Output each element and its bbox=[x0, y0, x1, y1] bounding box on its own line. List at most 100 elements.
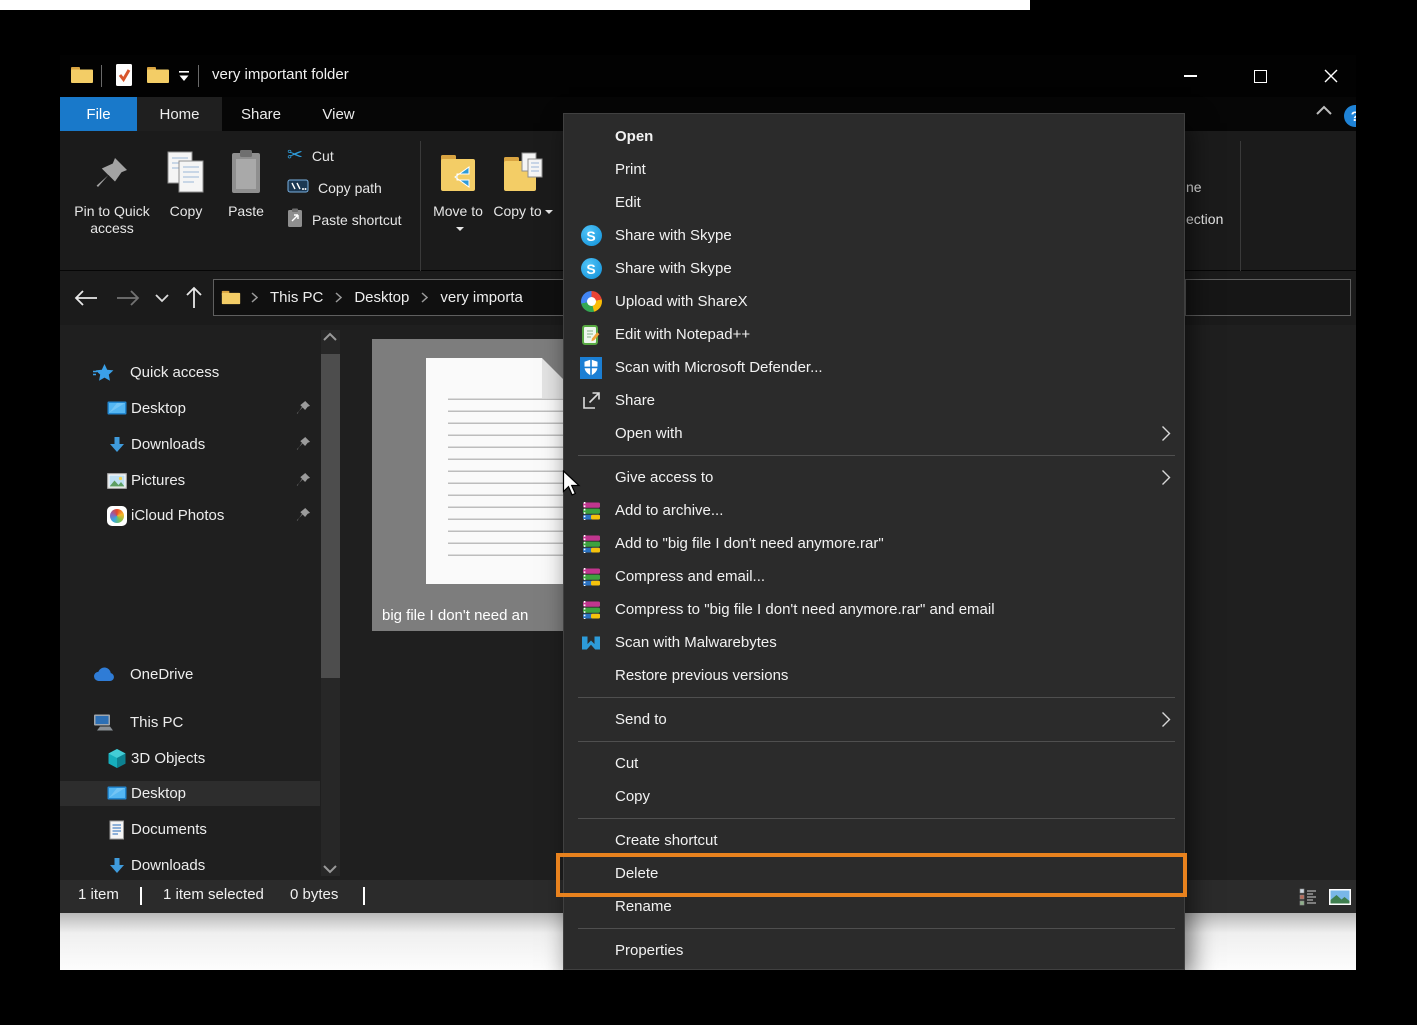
sidebar-item-label: OneDrive bbox=[130, 666, 193, 683]
sidebar-item-downloads[interactable]: Downloads bbox=[60, 853, 320, 878]
menu-item-share-with-skype[interactable]: SShare with Skype bbox=[564, 252, 1184, 285]
invert-selection-label-fragment: ection bbox=[1186, 211, 1223, 227]
menu-item-scan-with-malwarebytes[interactable]: Scan with Malwarebytes bbox=[564, 626, 1184, 659]
menu-item-send-to[interactable]: Send to bbox=[564, 703, 1184, 736]
sidebar-scrollbar[interactable] bbox=[321, 330, 340, 876]
sidebar-item-onedrive[interactable]: OneDrive bbox=[60, 662, 320, 687]
back-button[interactable] bbox=[72, 284, 100, 312]
menu-item-label: Open with bbox=[615, 425, 683, 442]
menu-item-cut[interactable]: Cut bbox=[564, 747, 1184, 780]
menu-item-add-to-archive[interactable]: Add to archive... bbox=[564, 494, 1184, 527]
menu-item-open[interactable]: Open bbox=[564, 120, 1184, 153]
copy-path-icon bbox=[287, 179, 309, 196]
menu-item-print[interactable]: Print bbox=[564, 153, 1184, 186]
menu-item-rename[interactable]: Rename bbox=[564, 890, 1184, 923]
menu-item-restore-previous-versions[interactable]: Restore previous versions bbox=[564, 659, 1184, 692]
breadcrumb-very-importa[interactable]: very importa bbox=[436, 289, 527, 306]
notepadpp-icon bbox=[578, 323, 604, 347]
menu-item-scan-with-microsoft-defender[interactable]: Scan with Microsoft Defender... bbox=[564, 351, 1184, 384]
menu-item-edit-with-notepad[interactable]: Edit with Notepad++ bbox=[564, 318, 1184, 351]
move-to-button[interactable]: Move to bbox=[428, 137, 488, 237]
maximize-button[interactable] bbox=[1243, 64, 1277, 88]
menu-separator bbox=[578, 697, 1175, 698]
menu-item-label: Copy bbox=[615, 788, 650, 805]
sidebar-item-documents[interactable]: Documents bbox=[60, 817, 320, 842]
paste-shortcut-button[interactable]: Paste shortcut bbox=[287, 204, 447, 235]
breadcrumb-chevron-icon bbox=[421, 292, 428, 303]
scrollbar-thumb[interactable] bbox=[321, 354, 340, 678]
menu-item-share[interactable]: Share bbox=[564, 384, 1184, 417]
menu-item-properties[interactable]: Properties bbox=[564, 934, 1184, 967]
menu-item-add-to-big-file-i-don-t-need-anymore-rar[interactable]: Add to "big file I don't need anymore.ra… bbox=[564, 527, 1184, 560]
context-menu: OpenPrintEditSShare with SkypeSShare wit… bbox=[563, 113, 1185, 970]
menu-item-upload-with-sharex[interactable]: Upload with ShareX bbox=[564, 285, 1184, 318]
details-view-button[interactable] bbox=[1296, 887, 1320, 907]
menu-item-icon-placeholder bbox=[578, 422, 604, 446]
menu-item-create-shortcut[interactable]: Create shortcut bbox=[564, 824, 1184, 857]
customize-toolbar-icon[interactable] bbox=[177, 69, 191, 87]
tab-home[interactable]: Home bbox=[137, 97, 222, 131]
downloads-icon bbox=[105, 855, 129, 877]
breadcrumb-desktop[interactable]: Desktop bbox=[350, 289, 413, 306]
pin-to-quick-access-label: Pin to Quick access bbox=[64, 203, 160, 237]
collapse-ribbon-icon[interactable] bbox=[1315, 103, 1333, 121]
sidebar-item-desktop[interactable]: Desktop bbox=[60, 396, 320, 421]
menu-item-delete[interactable]: Delete bbox=[564, 857, 1184, 890]
menu-item-share-with-skype[interactable]: SShare with Skype bbox=[564, 219, 1184, 252]
menu-item-label: Delete bbox=[615, 865, 658, 882]
menu-item-compress-and-email[interactable]: Compress and email... bbox=[564, 560, 1184, 593]
sidebar-item-label: Documents bbox=[131, 821, 207, 838]
tab-view[interactable]: View bbox=[300, 97, 377, 131]
onedrive-icon bbox=[92, 664, 116, 686]
pin-icon bbox=[296, 436, 311, 455]
forward-button[interactable] bbox=[114, 284, 142, 312]
tab-share[interactable]: Share bbox=[222, 97, 300, 131]
sidebar-item-quick-access[interactable]: Quick access bbox=[60, 360, 320, 385]
copy-path-button[interactable]: Copy path bbox=[287, 172, 447, 203]
winrar-icon bbox=[578, 532, 604, 556]
menu-item-label: Edit with Notepad++ bbox=[615, 326, 750, 343]
sidebar-item-downloads[interactable]: Downloads bbox=[60, 432, 320, 457]
menu-item-copy[interactable]: Copy bbox=[564, 780, 1184, 813]
pin-icon bbox=[296, 400, 311, 419]
copy-to-button[interactable]: Copy to bbox=[493, 137, 553, 220]
properties-icon[interactable] bbox=[114, 63, 134, 92]
recent-locations-button[interactable] bbox=[148, 284, 176, 312]
menu-item-give-access-to[interactable]: Give access to bbox=[564, 461, 1184, 494]
menu-item-edit[interactable]: Edit bbox=[564, 186, 1184, 219]
sidebar-item-label: Downloads bbox=[131, 857, 205, 874]
new-folder-icon[interactable] bbox=[146, 65, 170, 90]
cut-button[interactable]: ✂ Cut bbox=[287, 140, 447, 171]
menu-item-label: Add to "big file I don't need anymore.ra… bbox=[615, 535, 884, 552]
defender-icon bbox=[578, 356, 604, 380]
sidebar-item-this-pc[interactable]: This PC bbox=[60, 710, 320, 735]
scroll-down-icon[interactable] bbox=[323, 865, 337, 874]
documents-icon bbox=[105, 819, 129, 841]
scroll-up-icon[interactable] bbox=[323, 332, 337, 341]
pin-to-quick-access-button[interactable]: Pin to Quick access bbox=[64, 137, 160, 237]
up-button[interactable] bbox=[180, 284, 208, 312]
copy-button[interactable]: Copy bbox=[160, 137, 212, 220]
sidebar-item-3d-objects[interactable]: 3D Objects bbox=[60, 746, 320, 771]
copy-label: Copy bbox=[170, 203, 203, 220]
icloud-photos-icon bbox=[105, 505, 129, 527]
sidebar-item-desktop[interactable]: Desktop bbox=[60, 781, 320, 806]
menu-separator bbox=[578, 818, 1175, 819]
close-button[interactable] bbox=[1314, 64, 1348, 88]
sidebar-item-pictures[interactable]: Pictures bbox=[60, 468, 320, 493]
thumbnail-view-button[interactable] bbox=[1328, 887, 1352, 907]
menu-item-open-with[interactable]: Open with bbox=[564, 417, 1184, 450]
downloads-icon bbox=[105, 434, 129, 456]
breadcrumb-this-pc[interactable]: This PC bbox=[266, 289, 327, 306]
menu-item-compress-to-big-file-i-don-t-need-anymore-rar-and-email[interactable]: Compress to "big file I don't need anymo… bbox=[564, 593, 1184, 626]
menu-item-icon-placeholder bbox=[578, 125, 604, 149]
malwarebytes-icon bbox=[578, 631, 604, 655]
sidebar-item-icloud-photos[interactable]: iCloud Photos bbox=[60, 503, 320, 528]
tab-file[interactable]: File bbox=[60, 97, 137, 131]
menu-item-label: Send to bbox=[615, 711, 667, 728]
selection-size: 0 bytes bbox=[290, 886, 338, 903]
menu-separator bbox=[578, 455, 1175, 456]
search-input[interactable] bbox=[1185, 279, 1351, 316]
minimize-button[interactable] bbox=[1173, 64, 1207, 88]
paste-button[interactable]: Paste bbox=[218, 137, 274, 220]
